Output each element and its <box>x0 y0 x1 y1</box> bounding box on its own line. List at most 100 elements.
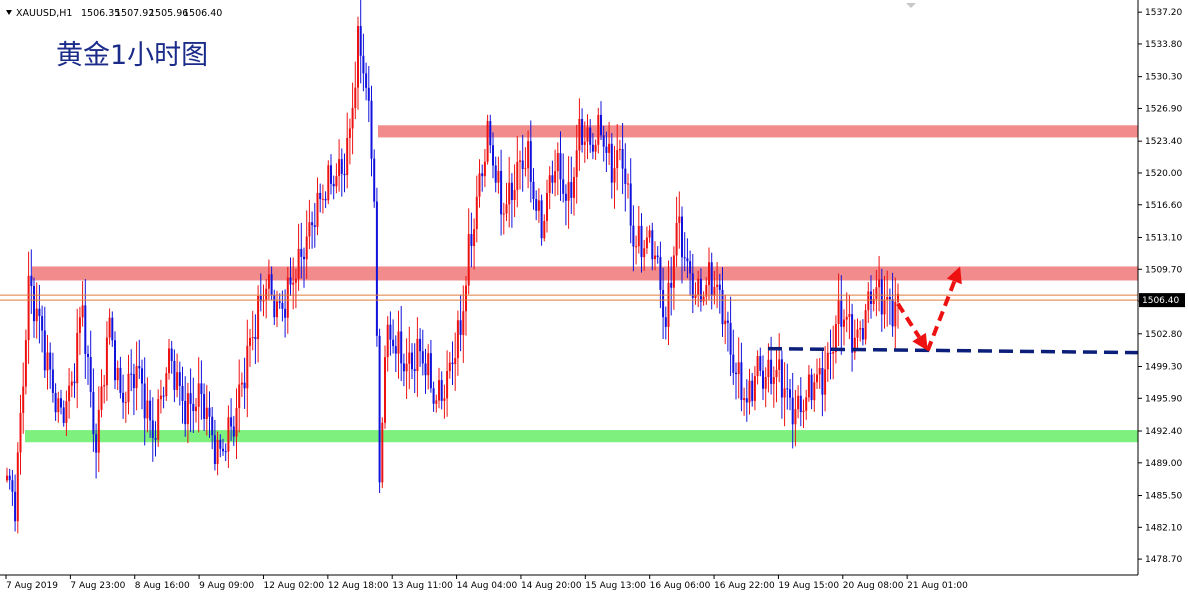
candle-body <box>438 380 440 401</box>
candle-body <box>308 222 311 237</box>
candle-body <box>30 275 33 286</box>
candle-body <box>532 181 535 200</box>
candle-body <box>759 356 762 371</box>
candle-body <box>686 258 689 262</box>
candle-body <box>176 372 179 390</box>
candle-body <box>716 284 719 287</box>
candle-body <box>656 255 659 258</box>
candle-body <box>605 146 608 153</box>
candle-body <box>602 135 605 147</box>
candle-body <box>11 480 14 492</box>
candle-body <box>340 159 343 174</box>
candle-body <box>786 388 789 390</box>
candle-body <box>624 168 627 184</box>
candle-body <box>357 26 359 88</box>
candle-body <box>316 192 319 227</box>
candle-body <box>238 384 241 408</box>
candle-body <box>562 179 565 194</box>
candle-body <box>41 316 44 331</box>
candle-body <box>467 234 470 286</box>
candle-body <box>51 369 54 393</box>
candle-body <box>119 367 122 393</box>
candle-body <box>600 114 602 136</box>
candle-body <box>451 362 454 365</box>
candle-body <box>521 160 524 170</box>
candle-body <box>610 143 613 183</box>
candle-body <box>643 248 646 258</box>
candle-body <box>168 348 170 374</box>
candle-body <box>157 399 160 440</box>
candle-body <box>278 301 281 303</box>
candle-body <box>575 150 578 178</box>
candle-body <box>851 314 854 353</box>
candle-body <box>267 274 270 289</box>
candle-body <box>402 363 405 372</box>
price-chart[interactable]: 1537.20 1533.80 1530.30 1526.90 1523.40 1520.… <box>0 0 1188 598</box>
candle-body <box>880 279 883 315</box>
candle-body <box>114 340 116 381</box>
candle-body <box>173 360 176 390</box>
x-tick-label: 14 Aug 04:00 <box>457 581 518 591</box>
candle-body <box>878 279 881 288</box>
candle-body <box>718 284 721 290</box>
candle-body <box>143 383 146 419</box>
candle-body <box>33 285 35 322</box>
candle-body <box>38 308 41 317</box>
y-tick-label: 1523.40 <box>1145 137 1182 147</box>
candle-body <box>251 337 254 339</box>
candle-body <box>770 359 773 384</box>
candle-body <box>338 159 341 177</box>
candle-body <box>351 107 354 129</box>
candle-body <box>559 153 562 180</box>
candle-body <box>195 406 197 412</box>
candle-body <box>254 337 257 340</box>
candle-body <box>772 377 775 384</box>
candle-body <box>116 367 119 381</box>
candle-body <box>49 352 52 370</box>
candle-body <box>659 257 662 290</box>
candle-body <box>89 357 92 393</box>
candle-body <box>332 183 335 187</box>
y-tick-label: 1533.80 <box>1145 40 1182 50</box>
candle-body <box>702 296 705 302</box>
candle-body <box>478 173 481 197</box>
candle-body <box>443 398 446 401</box>
candle-body <box>413 369 416 372</box>
x-tick-label: 9 Aug 09:00 <box>199 581 254 591</box>
candle-body <box>586 127 589 142</box>
candle-body <box>68 385 71 402</box>
candle-body <box>227 417 230 452</box>
candle-body <box>875 287 878 300</box>
candle-body <box>589 127 592 145</box>
candle-body <box>662 289 665 318</box>
candle-body <box>211 416 214 436</box>
candle-body <box>548 175 551 194</box>
candle-body <box>535 199 538 211</box>
candle-body <box>389 324 392 340</box>
candle-body <box>573 177 575 198</box>
candle-body <box>149 400 152 421</box>
candle-body <box>475 196 478 230</box>
candle-body <box>843 319 845 327</box>
candle-body <box>618 148 621 151</box>
candle-body <box>57 398 60 413</box>
candle-body <box>411 352 413 370</box>
candle-body <box>837 299 840 325</box>
y-tick-label: 1485.50 <box>1145 492 1182 502</box>
candle-body <box>748 380 751 403</box>
candle-body <box>46 352 49 371</box>
candle-body <box>367 87 370 101</box>
candle-body <box>305 236 308 260</box>
candle-body <box>672 255 675 288</box>
candle-body <box>713 286 716 296</box>
candle-body <box>813 382 816 401</box>
candle-body <box>861 328 864 340</box>
candle-body <box>664 317 667 327</box>
y-tick-label: 1526.90 <box>1145 104 1182 114</box>
price-tag-label: 1506.40 <box>1142 296 1179 306</box>
candle-body <box>378 335 381 483</box>
candle-body <box>197 383 200 407</box>
candle-body <box>43 330 46 371</box>
candle-body <box>303 256 305 260</box>
candle-body <box>794 409 797 425</box>
